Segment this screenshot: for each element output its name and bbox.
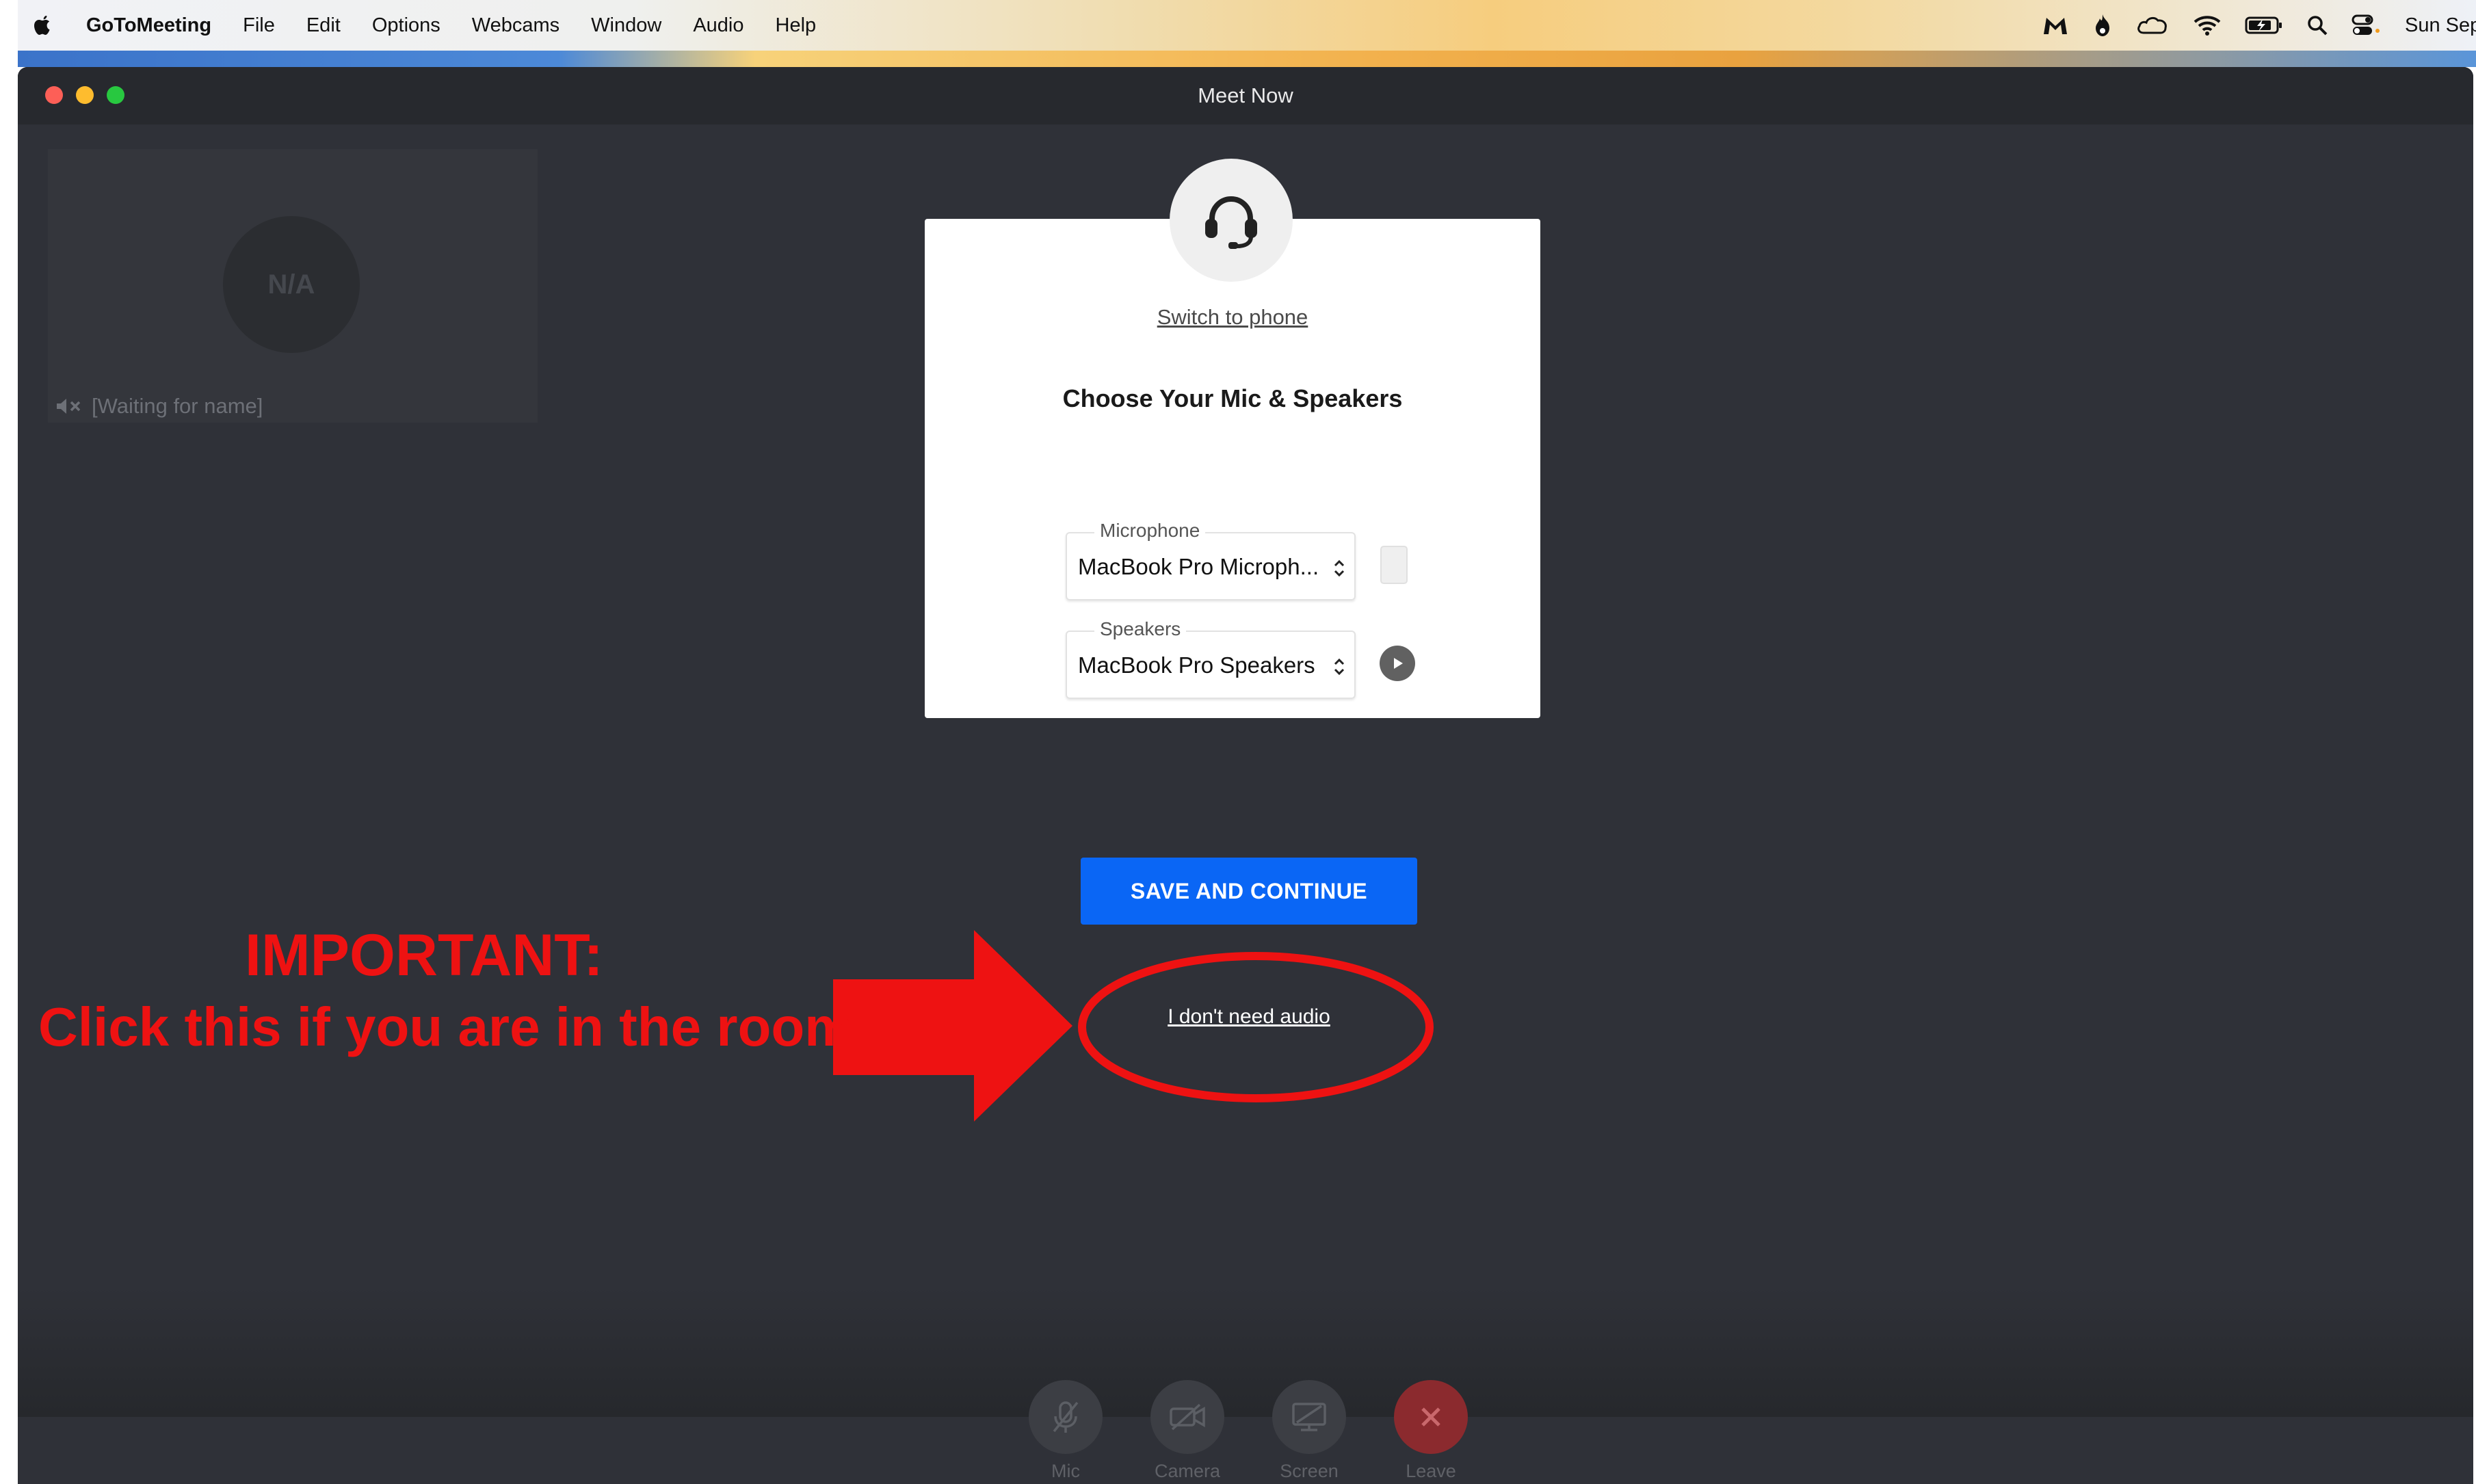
camera-button[interactable]: Camera [1146,1380,1228,1482]
leave-button[interactable]: Leave [1390,1380,1472,1482]
close-icon [1421,1407,1440,1427]
leave-label: Leave [1406,1461,1456,1481]
screen-label: Screen [1280,1461,1339,1481]
leave-button-circle [1394,1380,1468,1454]
toolbar-background [18,1286,2473,1417]
screen-button[interactable]: Screen [1268,1380,1350,1482]
mic-label: Mic [1051,1461,1080,1481]
annotation-overlay [833,930,1434,1122]
camera-off-icon [1170,1403,1205,1431]
screen-button-circle [1272,1380,1346,1454]
camera-label: Camera [1154,1461,1221,1481]
camera-button-circle [1150,1380,1224,1454]
mic-off-icon [1053,1401,1079,1433]
mic-button[interactable]: Mic [1025,1380,1107,1482]
annotation-title: IMPORTANT: [245,923,603,988]
annotation-circle [1078,952,1434,1102]
screen-share-off-icon [1292,1403,1326,1431]
mic-button-circle [1029,1380,1103,1454]
annotation-subtitle: Click this if you are in the room! [38,996,871,1057]
